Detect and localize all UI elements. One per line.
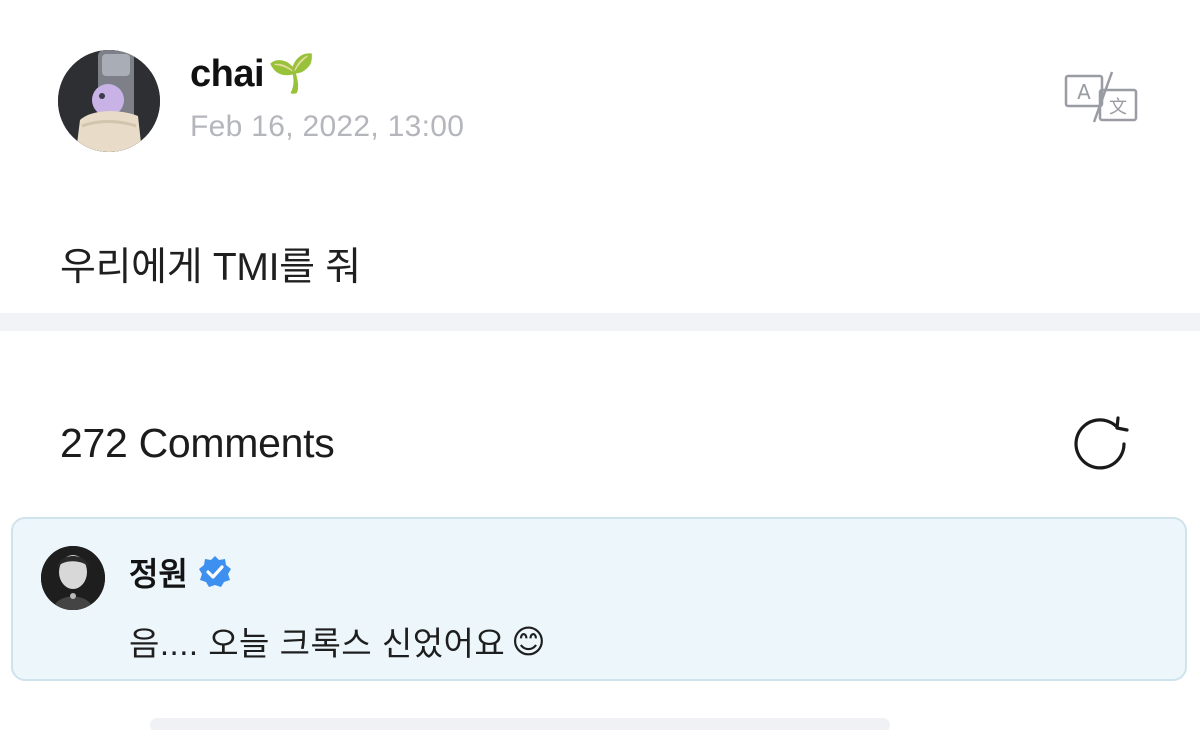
post-body: 우리에게 TMI를 줘 (60, 246, 361, 289)
svg-text:文: 文 (1109, 97, 1127, 118)
commenter-avatar[interactable] (41, 546, 105, 610)
comments-count-title: 272 Comments (60, 420, 335, 466)
avatar-image (58, 50, 160, 152)
post-header: chai 🌱 Feb 16, 2022, 13:00 (58, 50, 464, 152)
author-name-text: chai (190, 52, 265, 95)
refresh-button[interactable] (1072, 414, 1132, 474)
translate-icon: A 文 (1064, 71, 1138, 123)
author-name[interactable]: chai 🌱 (190, 52, 464, 96)
author-block: chai 🌱 Feb 16, 2022, 13:00 (190, 52, 464, 144)
post-date: Feb 16, 2022, 13:00 (190, 110, 465, 143)
translate-button[interactable]: A 文 (1064, 70, 1140, 126)
next-comment-placeholder (150, 718, 890, 730)
svg-text:A: A (1077, 80, 1091, 104)
comment-text: 음.... 오늘 크록스 신었어요 😊 (129, 617, 546, 665)
refresh-icon (1074, 416, 1129, 470)
section-divider (0, 313, 1200, 331)
comment-text-body: 음.... 오늘 크록스 신었어요 (129, 625, 506, 662)
verified-badge-icon (198, 556, 231, 587)
commenter-name[interactable]: 정원 (129, 549, 232, 595)
post-page: chai 🌱 Feb 16, 2022, 13:00 A 文 우리에게 TMI를… (0, 0, 1200, 730)
author-avatar[interactable] (58, 50, 160, 152)
comment-item[interactable]: 정원 음.... 오늘 크록스 신었어요 😊 (11, 517, 1187, 681)
commenter-avatar-image (41, 546, 105, 610)
commenter-name-text: 정원 (129, 556, 188, 592)
seedling-emoji-icon: 🌱 (268, 53, 315, 95)
smiling-face-emoji-icon: 😊 (511, 622, 547, 660)
